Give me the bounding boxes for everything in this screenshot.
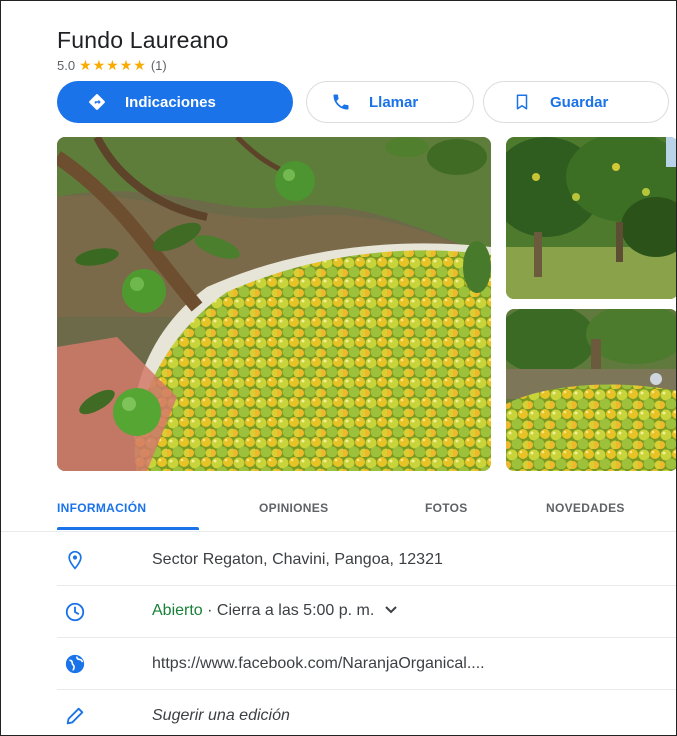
call-button[interactable]: Llamar	[306, 81, 474, 123]
location-pin-icon	[57, 542, 93, 578]
website-link[interactable]: https://www.facebook.com/NaranjaOrganica…	[152, 655, 485, 673]
suggest-edit-row[interactable]: Sugerir una edición	[57, 690, 676, 735]
clock-icon	[57, 594, 93, 630]
tab-novedades[interactable]: NOVEDADES	[546, 501, 625, 515]
pencil-icon	[57, 698, 93, 734]
phone-icon	[329, 90, 353, 114]
chevron-down-icon[interactable]	[384, 602, 398, 620]
website-row[interactable]: https://www.facebook.com/NaranjaOrganica…	[57, 638, 676, 690]
rating-row[interactable]: 5.0 ★★★★★ (1)	[57, 57, 167, 74]
star-rating-icon: ★★★★★	[79, 57, 147, 73]
hours-detail: · Cierra a las 5:00 p. m.	[202, 602, 375, 620]
save-label: Guardar	[550, 93, 609, 111]
orchard-photo[interactable]	[506, 137, 676, 299]
tab-bar: INFORMACIÓN OPINIONES FOTOS NOVEDADES	[1, 489, 676, 532]
address-row[interactable]: Sector Regaton, Chavini, Pangoa, 12321	[57, 534, 676, 586]
directions-icon	[85, 90, 109, 114]
place-panel: Fundo Laureano 5.0 ★★★★★ (1) Indicacione…	[0, 0, 677, 736]
globe-icon	[57, 646, 93, 682]
address-text: Sector Regaton, Chavini, Pangoa, 12321	[152, 550, 443, 568]
directions-label: Indicaciones	[125, 93, 216, 111]
suggest-edit-text: Sugerir una edición	[152, 706, 290, 724]
directions-button[interactable]: Indicaciones	[57, 81, 293, 123]
harvest-photo[interactable]	[506, 309, 676, 471]
hours-row[interactable]: Abierto · Cierra a las 5:00 p. m.	[57, 586, 676, 638]
review-count[interactable]: (1)	[151, 58, 167, 73]
tab-opiniones[interactable]: OPINIONES	[259, 501, 328, 515]
main-photo[interactable]	[57, 137, 491, 471]
call-label: Llamar	[369, 93, 419, 111]
open-status: Abierto	[152, 602, 203, 620]
tab-fotos[interactable]: FOTOS	[425, 501, 468, 515]
active-tab-indicator	[57, 527, 199, 530]
rating-value: 5.0	[57, 58, 76, 73]
place-title: Fundo Laureano	[57, 27, 229, 53]
hours-text: Abierto · Cierra a las 5:00 p. m.	[152, 602, 398, 620]
save-button[interactable]: Guardar	[483, 81, 669, 123]
tab-informacion[interactable]: INFORMACIÓN	[57, 501, 146, 515]
bookmark-icon	[510, 90, 534, 114]
